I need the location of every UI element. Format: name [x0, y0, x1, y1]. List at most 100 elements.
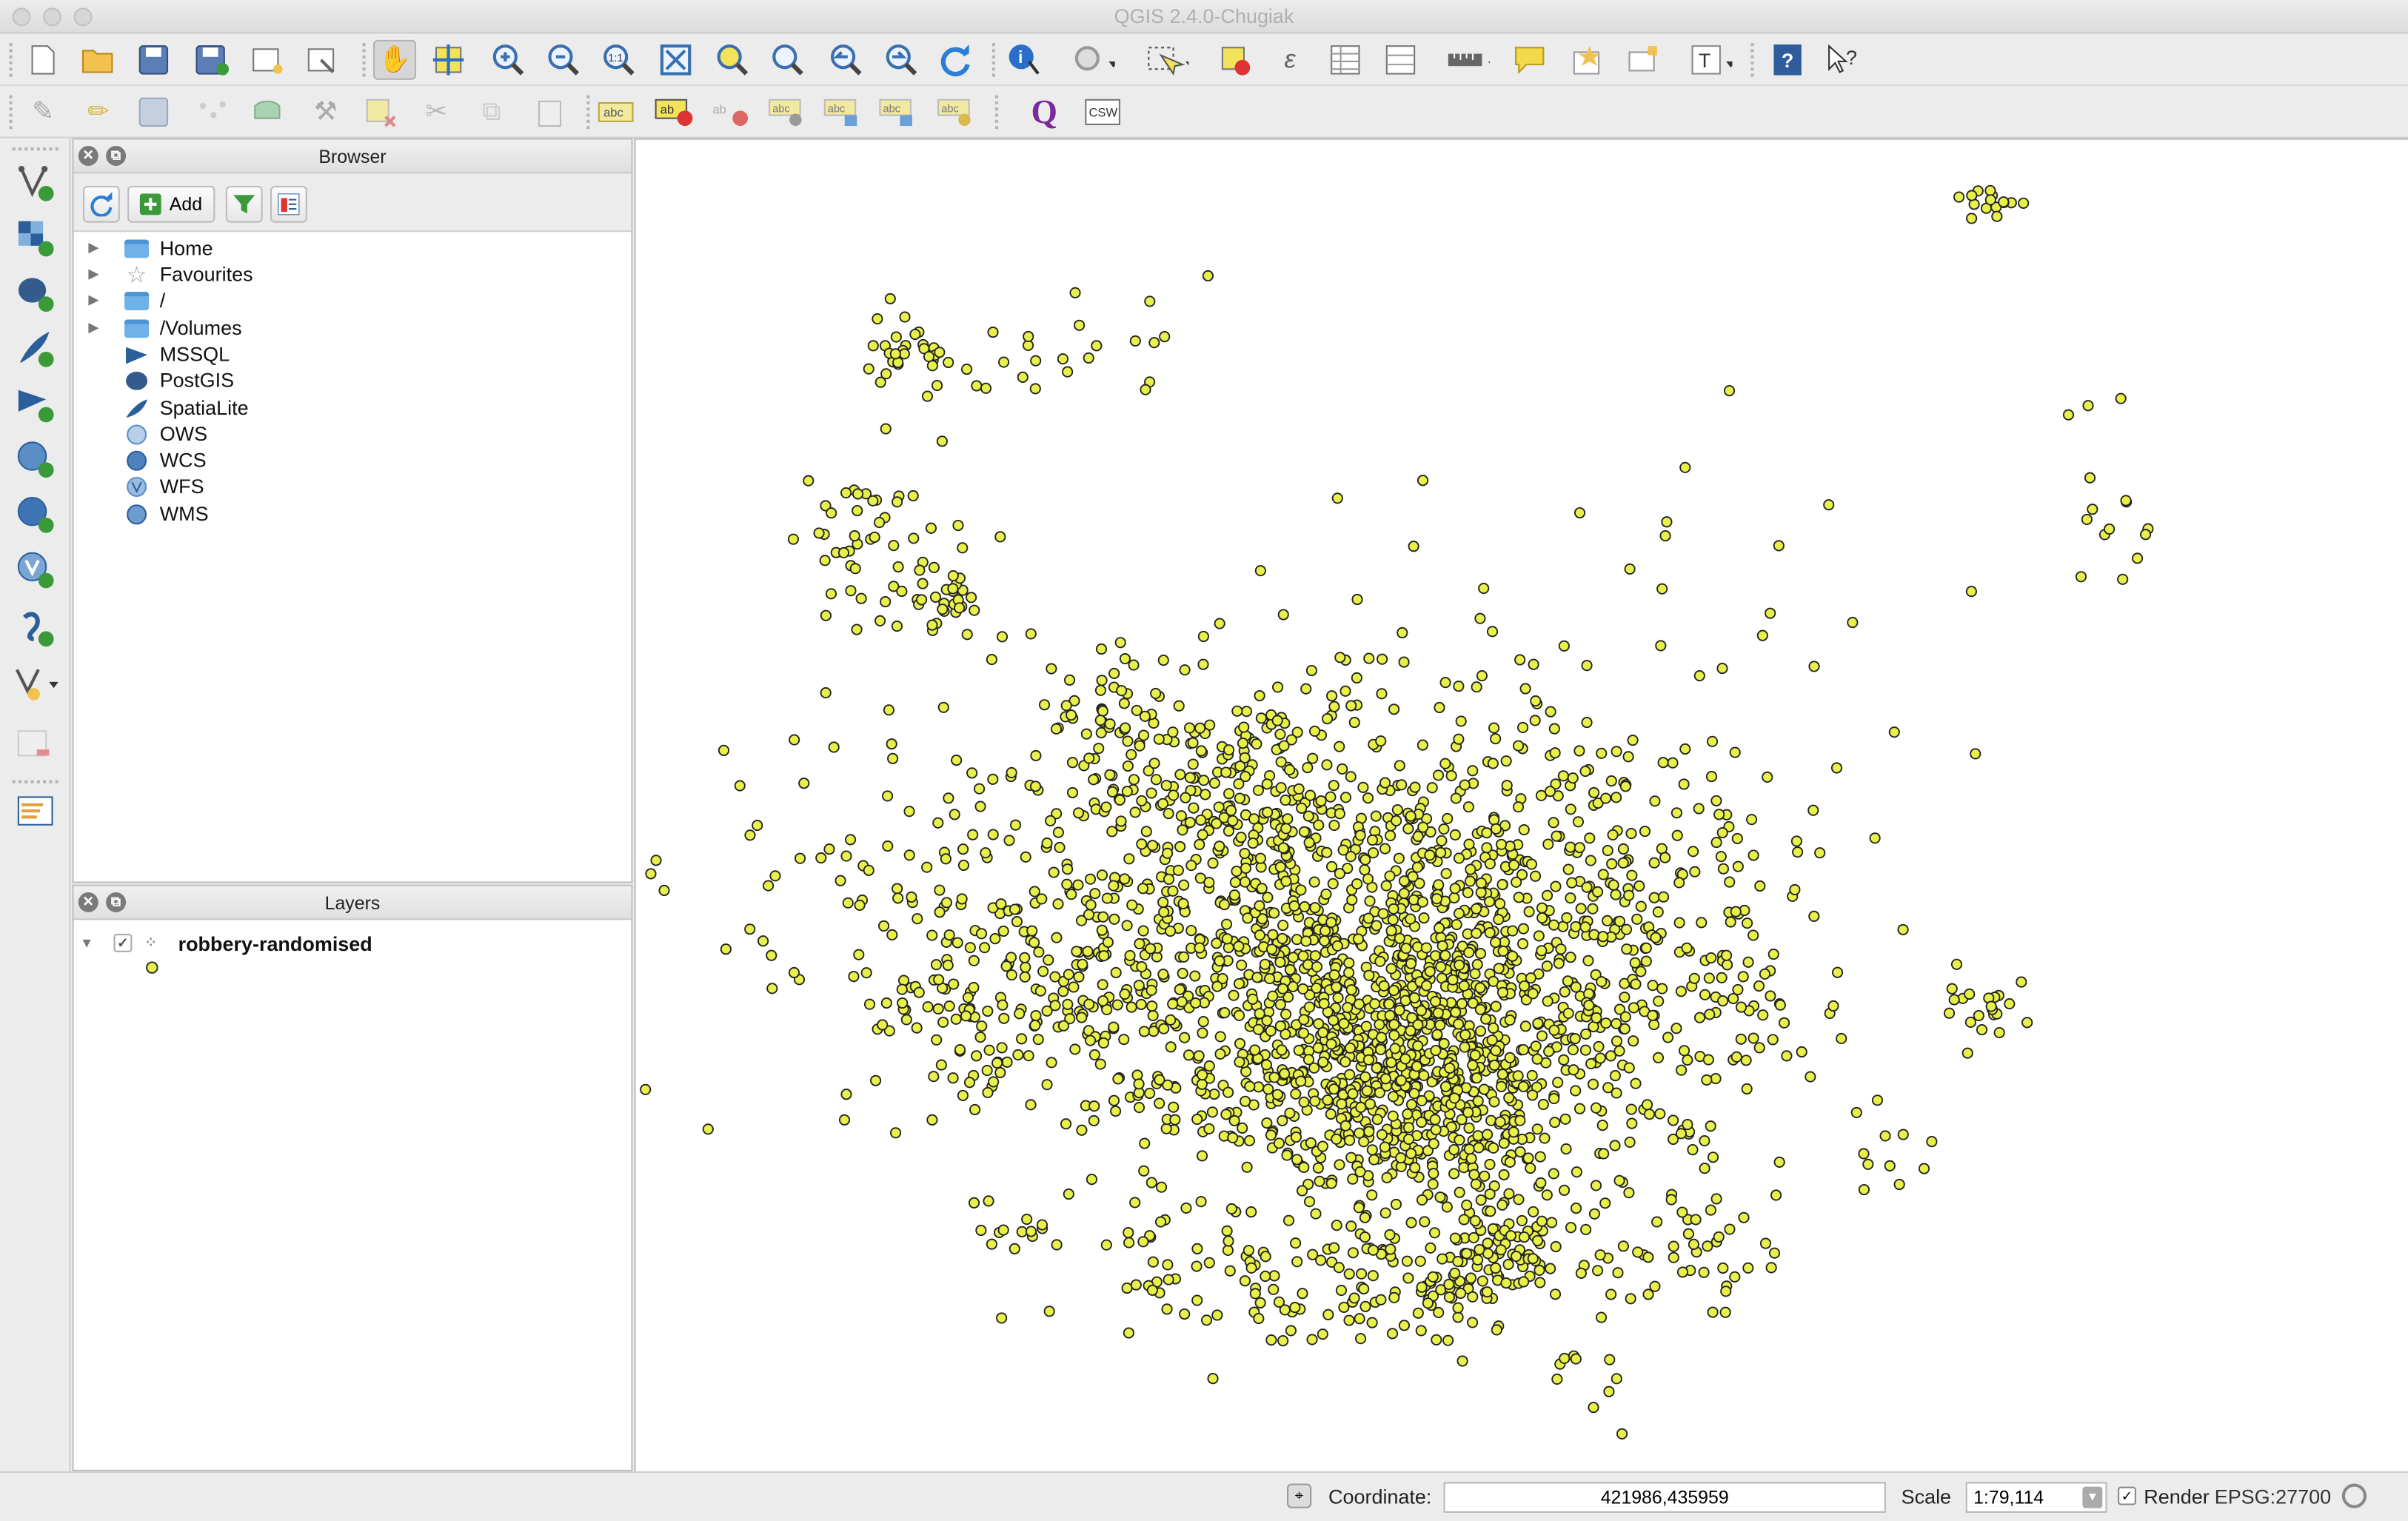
toolbar-grip[interactable]: [362, 43, 368, 77]
expand-arrow-icon[interactable]: ▶: [83, 319, 104, 336]
pan-to-selection-icon[interactable]: [427, 40, 470, 80]
quickmapservices-q-icon[interactable]: Q: [1023, 92, 1066, 132]
current-edits-icon[interactable]: ✎: [21, 92, 64, 132]
coordinate-field[interactable]: 421986,435959: [1443, 1482, 1886, 1513]
toolbar-grip[interactable]: [586, 95, 592, 130]
crs-status-button[interactable]: EPSG:27700: [2215, 1485, 2331, 1508]
label-properties-icon[interactable]: abc: [937, 92, 980, 132]
text-annotation-icon[interactable]: T: [1689, 40, 1733, 80]
zoom-to-selection-icon[interactable]: [709, 40, 752, 80]
filter-browser-icon[interactable]: [225, 185, 263, 223]
attribute-table-icon[interactable]: [1324, 40, 1367, 80]
crs-globe-icon[interactable]: [2341, 1483, 2367, 1508]
toolbar-grip[interactable]: [12, 147, 58, 151]
browser-item-postgis[interactable]: PostGIS: [83, 367, 234, 393]
add-mssql-layer-icon[interactable]: [13, 381, 58, 427]
save-layer-edits-icon[interactable]: [132, 92, 175, 132]
expand-arrow-icon[interactable]: ▶: [83, 266, 104, 283]
cut-features-icon[interactable]: ✂: [415, 92, 458, 132]
collapse-arrow-icon[interactable]: ▼: [80, 935, 98, 951]
toolbar-grip[interactable]: [9, 43, 15, 77]
delete-selected-icon[interactable]: [359, 92, 402, 132]
add-wfs-layer-icon[interactable]: [13, 546, 58, 592]
browser-item-wms[interactable]: WMS: [83, 501, 209, 526]
open-project-icon[interactable]: [77, 40, 120, 80]
move-feature-icon[interactable]: [246, 92, 289, 132]
scale-combobox[interactable]: 1:79,114 ▼: [1965, 1482, 2107, 1513]
zoom-native-resolution-icon[interactable]: 1:1: [596, 40, 639, 80]
new-shapefile-layer-icon[interactable]: [13, 661, 58, 706]
rotate-label-icon[interactable]: abc: [823, 92, 866, 132]
add-vector-layer-icon[interactable]: [13, 160, 58, 206]
move-label-icon[interactable]: abc: [768, 92, 811, 132]
copy-features-icon[interactable]: ⧉: [470, 92, 513, 132]
new-project-icon[interactable]: [21, 40, 64, 80]
layer-visibility-checkbox[interactable]: ✓: [113, 933, 133, 952]
add-feature-icon[interactable]: [190, 92, 233, 132]
pin-labels-icon[interactable]: ab: [655, 92, 698, 132]
browser-item-root[interactable]: ▶ /: [83, 287, 165, 313]
browser-item-mssql[interactable]: MSSQL: [83, 341, 230, 367]
field-calculator-icon[interactable]: [1379, 40, 1422, 80]
composer-manager-icon[interactable]: [301, 40, 344, 80]
zoom-next-icon[interactable]: [878, 40, 921, 80]
pan-map-icon[interactable]: ✋: [372, 39, 417, 80]
expand-arrow-icon[interactable]: ▶: [83, 292, 104, 309]
map-canvas[interactable]: [634, 138, 2408, 1471]
identify-features-icon[interactable]: i: [1004, 40, 1047, 80]
add-wcs-layer-icon[interactable]: [13, 492, 58, 538]
toggle-editing-icon[interactable]: ✏: [77, 92, 120, 132]
new-print-composer-icon[interactable]: [246, 40, 289, 80]
add-postgis-layer-icon[interactable]: [13, 270, 58, 316]
save-as-icon[interactable]: [190, 40, 233, 80]
browser-item-spatialite[interactable]: SpatiaLite: [83, 395, 249, 421]
refresh-browser-icon[interactable]: [82, 185, 120, 223]
browser-item-wfs[interactable]: WFS: [83, 473, 204, 499]
toolbar-grip[interactable]: [1750, 43, 1756, 77]
measure-line-icon[interactable]: [1447, 40, 1490, 80]
show-hide-labels-icon[interactable]: ab: [709, 92, 752, 132]
add-raster-layer-icon[interactable]: [13, 215, 58, 261]
create-annotation-icon[interactable]: [13, 789, 58, 835]
browser-item-wcs[interactable]: WCS: [83, 447, 207, 473]
toolbar-grip[interactable]: [9, 95, 15, 130]
run-feature-action-icon[interactable]: [1072, 40, 1115, 80]
zoom-out-icon[interactable]: [541, 40, 583, 80]
select-features-icon[interactable]: [1146, 40, 1189, 80]
zoom-in-icon[interactable]: [485, 40, 528, 80]
toggle-coordinate-extents-icon[interactable]: ⌖: [1287, 1483, 1312, 1508]
change-label-icon[interactable]: abc: [878, 92, 921, 132]
add-delimited-text-layer-icon[interactable]: [13, 605, 58, 651]
add-selected-layers-button[interactable]: Add: [127, 185, 215, 223]
zoom-to-layer-icon[interactable]: [765, 40, 808, 80]
add-wms-layer-icon[interactable]: [13, 436, 58, 482]
refresh-icon[interactable]: [934, 40, 977, 80]
map-tips-icon[interactable]: [1508, 40, 1551, 80]
browser-item-favourites[interactable]: ▶ ☆ Favourites: [83, 261, 252, 288]
add-spatialite-layer-icon[interactable]: [13, 326, 58, 372]
browser-item-volumes[interactable]: ▶/Volumes: [83, 315, 241, 341]
save-project-icon[interactable]: [132, 40, 175, 80]
render-checkbox[interactable]: ✓: [2118, 1486, 2136, 1505]
toolbar-grip[interactable]: [12, 780, 58, 783]
zoom-last-icon[interactable]: [823, 40, 866, 80]
remove-layer-icon[interactable]: [13, 722, 58, 768]
layer-item[interactable]: ▼ ✓ ⁘ robbery-randomised: [80, 929, 372, 957]
browser-item-ows[interactable]: OWS: [83, 421, 207, 447]
toolbar-grip[interactable]: [994, 95, 1001, 130]
collapse-all-icon[interactable]: [270, 185, 307, 223]
csw-icon[interactable]: CSW: [1081, 92, 1124, 132]
zoom-full-icon[interactable]: [655, 40, 698, 80]
browser-item-home[interactable]: ▶ Home: [83, 235, 213, 261]
node-tool-icon[interactable]: ⚒: [304, 92, 347, 132]
paste-features-icon[interactable]: [528, 92, 571, 132]
new-bookmark-icon[interactable]: [1566, 40, 1609, 80]
show-bookmarks-icon[interactable]: [1622, 40, 1665, 80]
chevron-down-icon[interactable]: ▼: [2082, 1486, 2103, 1508]
help-contents-icon[interactable]: ?: [1766, 40, 1809, 80]
layer-labeling-icon[interactable]: abc: [596, 92, 639, 132]
toolbar-grip[interactable]: [991, 43, 998, 77]
whats-this-icon[interactable]: ?: [1822, 40, 1864, 80]
select-by-expression-icon[interactable]: ε: [1268, 40, 1311, 80]
expand-arrow-icon[interactable]: ▶: [83, 240, 104, 257]
